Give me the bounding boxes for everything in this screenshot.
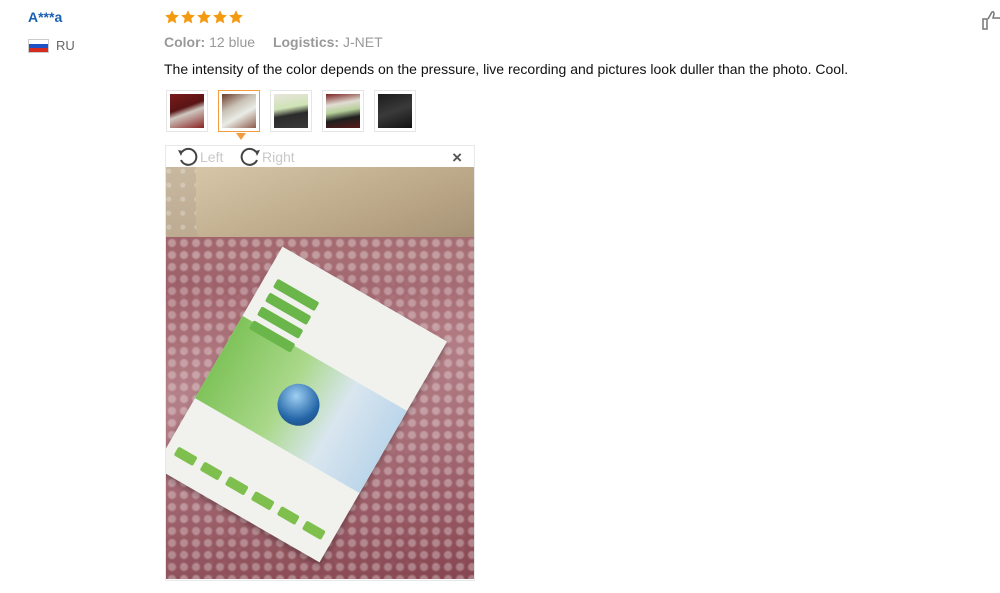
active-caret-icon — [236, 133, 246, 140]
thumbs-up-icon[interactable] — [982, 9, 1000, 31]
star-rating — [164, 9, 244, 25]
photo-viewer: Left Right × — [165, 145, 475, 581]
logistics-value: J-NET — [342, 34, 383, 50]
order-meta: Color: 12 blue Logistics: J-NET — [164, 34, 397, 50]
review-text: The intensity of the color depends on th… — [164, 61, 849, 77]
photo-thumbnail[interactable] — [270, 90, 312, 132]
star-icon — [181, 10, 195, 24]
reviewer-country: RU — [28, 38, 75, 53]
star-icon — [213, 10, 227, 24]
review-photo — [166, 167, 474, 579]
photo-thumbnail-active[interactable] — [218, 90, 260, 140]
rotate-left-label: Left — [200, 149, 224, 165]
star-icon — [229, 10, 243, 24]
photo-thumbnail[interactable] — [374, 90, 416, 132]
star-icon — [165, 10, 179, 24]
country-code: RU — [56, 38, 75, 53]
rotate-left-icon — [178, 147, 198, 166]
color-value: 12 blue — [209, 34, 256, 50]
logistics-label: Logistics: — [272, 34, 340, 50]
rotate-left-button[interactable]: Left — [176, 146, 223, 168]
rotate-right-icon — [240, 147, 260, 166]
russia-flag-icon — [28, 38, 49, 53]
photo-thumbnails — [166, 90, 416, 140]
photo-thumbnail[interactable] — [322, 90, 364, 132]
rotate-right-button[interactable]: Right — [238, 146, 295, 168]
photo-thumbnail[interactable] — [166, 90, 208, 132]
close-button[interactable]: × — [452, 148, 462, 168]
star-icon — [197, 10, 211, 24]
color-label: Color: — [164, 34, 206, 50]
viewer-toolbar: Left Right × — [166, 146, 474, 168]
rotate-right-label: Right — [262, 149, 295, 165]
reviewer-name: A***a — [28, 9, 63, 25]
